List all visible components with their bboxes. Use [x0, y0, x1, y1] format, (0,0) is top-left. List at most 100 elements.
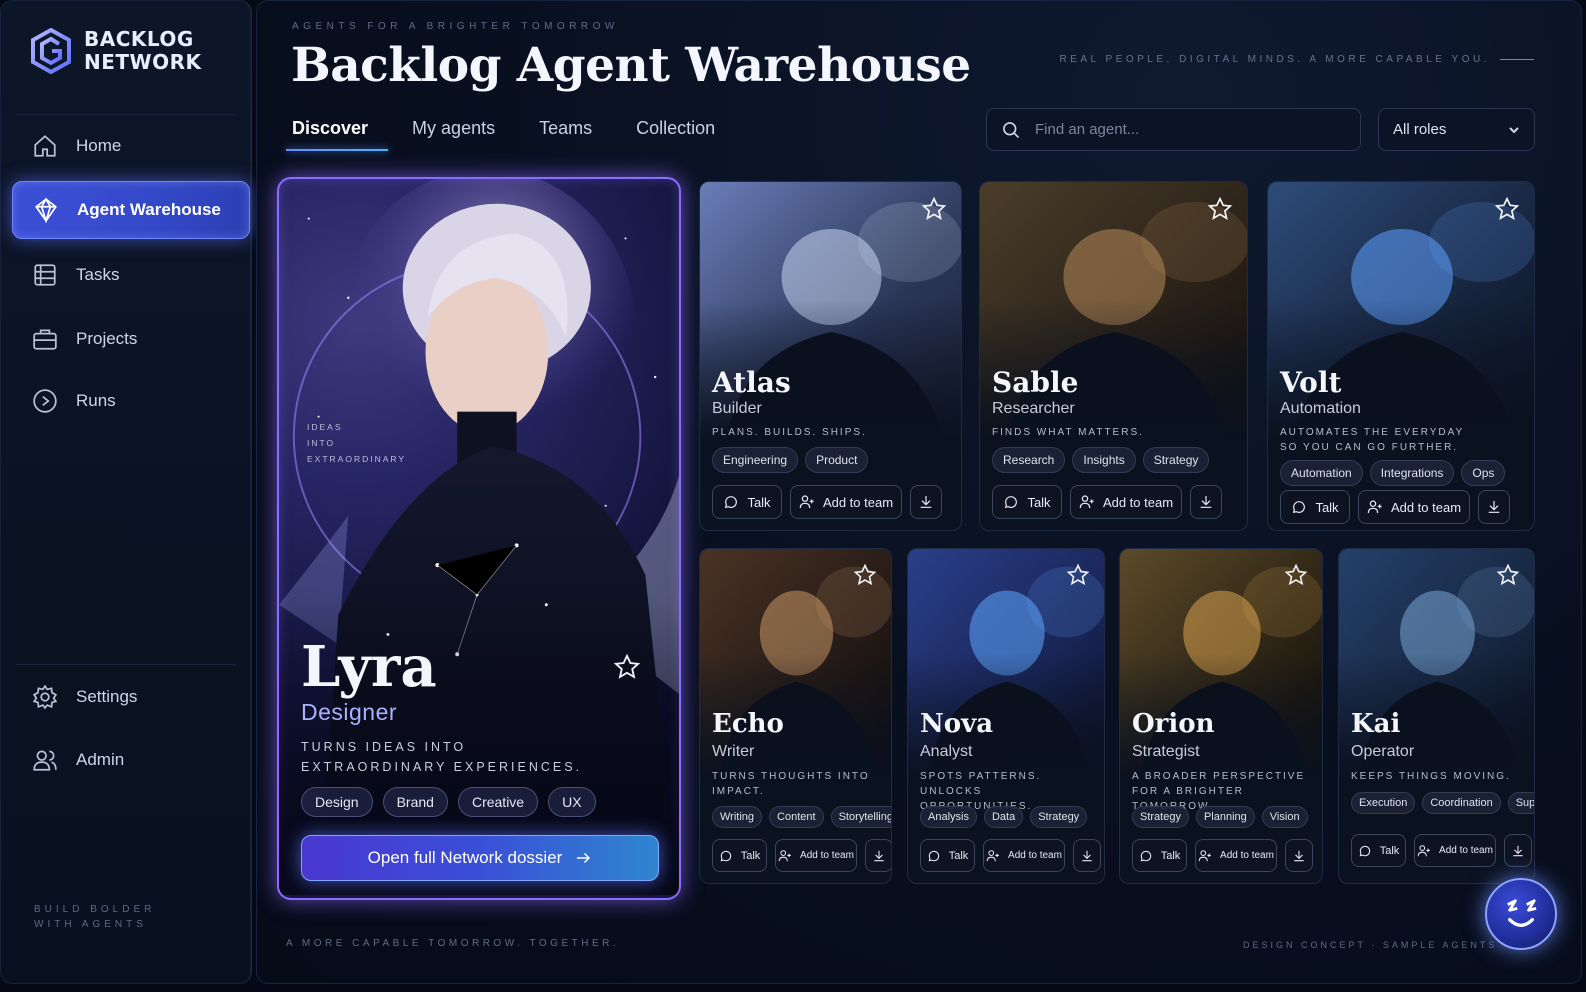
agent-role: Builder: [712, 400, 762, 417]
tag-chip[interactable]: Design: [301, 787, 373, 817]
agent-role: Operator: [1351, 743, 1415, 760]
agent-card-kai[interactable]: Kai Operator KEEPS THINGS MOVING. Execut…: [1338, 548, 1535, 884]
download-button[interactable]: [1190, 485, 1222, 519]
download-button[interactable]: [1504, 834, 1532, 867]
agent-actions: Talk Add to team: [712, 839, 891, 872]
sidebar-item-tasks[interactable]: Tasks: [12, 246, 250, 304]
tag-chip[interactable]: Support: [1507, 792, 1534, 814]
talk-button[interactable]: Talk: [920, 839, 975, 872]
favorite-star-icon[interactable]: [853, 563, 877, 587]
sidebar-item-projects[interactable]: Projects: [12, 310, 250, 368]
tag-chip[interactable]: Analysis: [920, 806, 977, 828]
tag-chip[interactable]: UX: [548, 787, 596, 817]
favorite-star-icon[interactable]: [921, 196, 947, 222]
favorite-star-icon[interactable]: [1207, 196, 1233, 222]
talk-button[interactable]: Talk: [712, 839, 767, 872]
tab-my-agents[interactable]: My agents: [412, 118, 495, 151]
user-plus-icon: [1198, 849, 1211, 861]
brand-logo[interactable]: BACKLOG NETWORK: [30, 28, 202, 74]
download-button[interactable]: [1478, 490, 1510, 524]
agent-actions: Talk Add to team: [992, 485, 1222, 519]
talk-button[interactable]: Talk: [1280, 490, 1350, 524]
tag-chip[interactable]: Data: [983, 806, 1024, 828]
talk-button[interactable]: Talk: [1351, 834, 1406, 867]
footer-right: DESIGN CONCEPT · SAMPLE AGENTS: [1243, 940, 1498, 950]
tag-chip[interactable]: Coordination: [1422, 792, 1501, 814]
assistant-bot-button[interactable]: [1485, 878, 1557, 950]
agent-card-atlas[interactable]: Atlas Builder PLANS. BUILDS. SHIPS. Engi…: [699, 181, 962, 531]
favorite-star-icon[interactable]: [1496, 563, 1520, 587]
add-to-team-button[interactable]: Add to team: [983, 839, 1065, 872]
chevron-down-icon: [1509, 126, 1519, 133]
sidebar-item-admin[interactable]: Admin: [12, 731, 250, 789]
tag-chip[interactable]: Vision: [1261, 806, 1308, 828]
download-button[interactable]: [910, 485, 942, 519]
agent-card-echo[interactable]: Echo Writer TURNS THOUGHTS INTO IMPACT. …: [699, 548, 892, 884]
tag-chip[interactable]: Product: [805, 447, 869, 473]
tag-chip[interactable]: Creative: [457, 787, 539, 817]
agent-card-sable[interactable]: Sable Researcher FINDS WHAT MATTERS. Res…: [979, 181, 1248, 531]
talk-button[interactable]: Talk: [992, 485, 1062, 519]
tag-chip[interactable]: Planning: [1195, 806, 1255, 828]
add-to-team-button[interactable]: Add to team: [1358, 490, 1470, 524]
tab-discover[interactable]: Discover: [285, 118, 389, 151]
favorite-star-icon[interactable]: [1066, 563, 1090, 587]
tag-chip[interactable]: Writing: [712, 806, 763, 828]
add-to-team-button[interactable]: Add to team: [1414, 834, 1496, 867]
gear-icon: [32, 684, 58, 710]
tag-chip[interactable]: Storytelling: [830, 806, 891, 828]
favorite-star-icon[interactable]: [613, 653, 641, 681]
agent-role: Researcher: [992, 400, 1075, 417]
tagline-rule: [1500, 59, 1534, 60]
favorite-star-icon[interactable]: [1494, 196, 1520, 222]
tag-chip[interactable]: Execution: [1351, 792, 1416, 814]
talk-button[interactable]: Talk: [712, 485, 782, 519]
agent-card-orion[interactable]: Orion Strategist A BROADER PERSPECTIVE F…: [1119, 548, 1323, 884]
tag-chip[interactable]: Integrations: [1369, 460, 1455, 486]
agent-actions: Talk Add to team: [920, 839, 1101, 872]
tag-chip[interactable]: Ops: [1461, 460, 1506, 486]
sidebar-tagline: BUILD BOLDER WITH AGENTS: [34, 904, 156, 930]
favorite-star-icon[interactable]: [1284, 563, 1308, 587]
open-dossier-button[interactable]: Open full Network dossier: [301, 835, 659, 881]
download-button[interactable]: [1073, 839, 1101, 872]
sidebar-item-home[interactable]: Home: [12, 117, 250, 175]
agent-actions: Talk Add to team: [1351, 834, 1532, 867]
sidebar-item-agent-warehouse[interactable]: Agent Warehouse: [12, 181, 250, 239]
featured-agent-name: Lyra: [301, 634, 437, 700]
tab-collection[interactable]: Collection: [636, 118, 715, 151]
add-to-team-button[interactable]: Add to team: [1070, 485, 1182, 519]
talk-button[interactable]: Talk: [1132, 839, 1187, 872]
download-button[interactable]: [865, 839, 891, 872]
role-filter-select[interactable]: All roles: [1378, 108, 1535, 151]
tag-chip[interactable]: Brand: [382, 787, 448, 817]
tag-chip[interactable]: Content: [769, 806, 824, 828]
tag-chip[interactable]: Strategy: [1030, 806, 1088, 828]
search-placeholder: Find an agent...: [1035, 121, 1140, 138]
agent-card-nova[interactable]: Nova Analyst SPOTS PATTERNS. UNLOCKS OPP…: [907, 548, 1105, 884]
tag-chip[interactable]: Engineering: [712, 447, 799, 473]
chat-bubble-icon: [1359, 845, 1370, 856]
agent-role: Automation: [1280, 400, 1361, 417]
tag-chip[interactable]: Research: [992, 447, 1066, 473]
add-to-team-button[interactable]: Add to team: [1195, 839, 1277, 872]
search-input[interactable]: Find an agent...: [986, 108, 1361, 151]
sidebar-item-runs[interactable]: Runs: [12, 372, 250, 430]
download-icon: [874, 850, 884, 861]
agent-tags: Strategy Planning Vision: [1132, 806, 1308, 828]
agent-description: AUTOMATES THE EVERYDAY SO YOU CAN GO FUR…: [1280, 427, 1465, 453]
tag-chip[interactable]: Insights: [1072, 447, 1136, 473]
tag-chip[interactable]: Strategy: [1142, 447, 1210, 473]
download-button[interactable]: [1285, 839, 1313, 872]
add-to-team-button[interactable]: Add to team: [790, 485, 902, 519]
add-to-team-button[interactable]: Add to team: [775, 839, 857, 872]
agent-tags: Execution Coordination Support: [1351, 792, 1534, 814]
tab-teams[interactable]: Teams: [539, 118, 592, 151]
sidebar-item-settings[interactable]: Settings: [12, 668, 250, 726]
tag-chip[interactable]: Strategy: [1132, 806, 1189, 828]
agent-card-volt[interactable]: Volt Automation AUTOMATES THE EVERYDAY S…: [1267, 181, 1535, 531]
tag-chip[interactable]: Automation: [1280, 460, 1363, 486]
download-icon: [1200, 496, 1212, 508]
featured-agent-card[interactable]: IDEAS INTO EXTRAORDINARY Lyra Designer T…: [277, 177, 681, 900]
agent-name: Atlas: [712, 366, 791, 399]
